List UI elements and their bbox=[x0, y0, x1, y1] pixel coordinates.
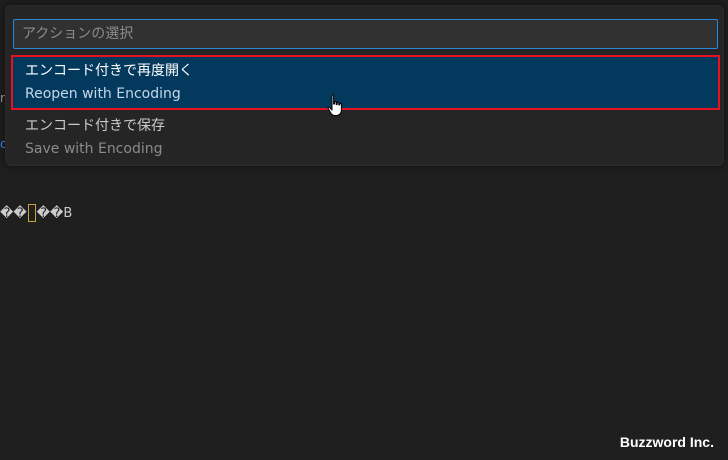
quick-pick-item-save-with-encoding[interactable]: エンコード付きで保存 Save with Encoding bbox=[12, 111, 719, 161]
quick-pick-item-description: Save with Encoding bbox=[25, 141, 163, 157]
quick-pick-item-reopen-with-encoding[interactable]: エンコード付きで再度開く Reopen with Encoding bbox=[11, 55, 720, 110]
hand-pointer-icon bbox=[327, 94, 342, 116]
action-quick-pick: エンコード付きで再度開く Reopen with Encoding エンコード付… bbox=[5, 5, 724, 166]
garbled-text-prefix: �� bbox=[0, 205, 27, 221]
editor-text-line[interactable]: �� ��B bbox=[0, 203, 72, 223]
garbled-text-suffix: ��B bbox=[36, 205, 73, 221]
action-search-input[interactable] bbox=[13, 19, 718, 49]
quick-pick-item-description: Reopen with Encoding bbox=[25, 86, 181, 102]
watermark-text: Buzzword Inc. bbox=[619, 434, 714, 450]
quick-pick-item-label: エンコード付きで再度開く bbox=[25, 63, 193, 79]
quick-pick-item-label: エンコード付きで保存 bbox=[25, 118, 165, 134]
text-cursor bbox=[27, 204, 36, 222]
